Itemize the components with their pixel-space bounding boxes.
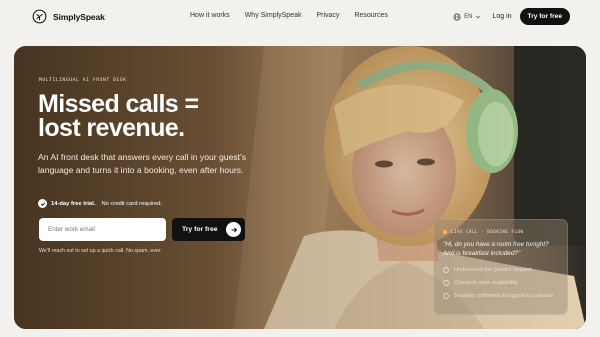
brand[interactable]: SimplySpeak (32, 9, 105, 24)
trial-rest: No credit card required. (101, 200, 163, 207)
step-item: Booking confirmed & logged to calendar (443, 292, 555, 300)
headline-line-1: Missed calls = (38, 90, 199, 118)
hero: MULTILINGUAL AI FRONT DESK Missed calls … (14, 46, 586, 329)
live-call-title: LIVE CALL · BOOKING FLOW (451, 229, 524, 234)
step-circle-icon (443, 267, 449, 273)
trial-note: 14-day free trial. No credit card requir… (38, 199, 162, 208)
step-item: Checked room availability (443, 279, 518, 287)
brand-name: SimplySpeak (53, 11, 105, 22)
try-free-label: Try for free (182, 226, 218, 233)
top-nav: SimplySpeak How it works Why SimplySpeak… (0, 0, 600, 34)
login-link[interactable]: Log in (492, 13, 511, 20)
logo-icon (32, 9, 47, 24)
nav-link-why[interactable]: Why SimplySpeak (245, 12, 302, 19)
trial-bold: 14-day free trial. (51, 200, 96, 207)
live-dot-icon (443, 229, 447, 234)
step-label: Understand the guest's request (454, 267, 532, 273)
nav-link-resources[interactable]: Resources (354, 12, 387, 19)
check-icon (38, 199, 47, 208)
nav-link-privacy[interactable]: Privacy (316, 12, 339, 19)
step-item: Understand the guest's request (443, 266, 532, 274)
hero-kicker: MULTILINGUAL AI FRONT DESK (39, 78, 127, 83)
try-free-button[interactable]: Try for free (172, 218, 245, 241)
nav-link-how-it-works[interactable]: How it works (190, 12, 230, 19)
language-label: EN (464, 13, 473, 20)
nav-links: How it works Why SimplySpeak Privacy Res… (190, 12, 403, 19)
form-note: We'll reach out to set up a quick call. … (39, 248, 162, 254)
language-selector[interactable]: EN (453, 12, 481, 21)
hero-headline: Missed calls = lost revenue. (38, 90, 199, 142)
nav-right: EN Log in Try for free (453, 8, 570, 25)
try-free-button-nav[interactable]: Try for free (519, 8, 570, 25)
live-call-card: LIVE CALL · BOOKING FLOW "Hi, do you hav… (433, 219, 568, 315)
headline-line-2: lost revenue. (38, 114, 185, 142)
arrow-right-icon (226, 222, 241, 237)
step-label: Booking confirmed & logged to calendar (454, 293, 554, 299)
hero-subtitle: An AI front desk that answers every call… (38, 152, 246, 175)
guest-quote: "Hi, do you have a room free tonight? An… (443, 241, 549, 257)
globe-icon (453, 12, 461, 21)
step-circle-icon (443, 293, 449, 299)
email-field[interactable] (39, 218, 166, 241)
step-circle-icon (443, 280, 449, 286)
chevron-down-icon (476, 15, 481, 18)
live-call-header: LIVE CALL · BOOKING FLOW (443, 229, 524, 234)
step-label: Checked room availability (454, 280, 518, 286)
